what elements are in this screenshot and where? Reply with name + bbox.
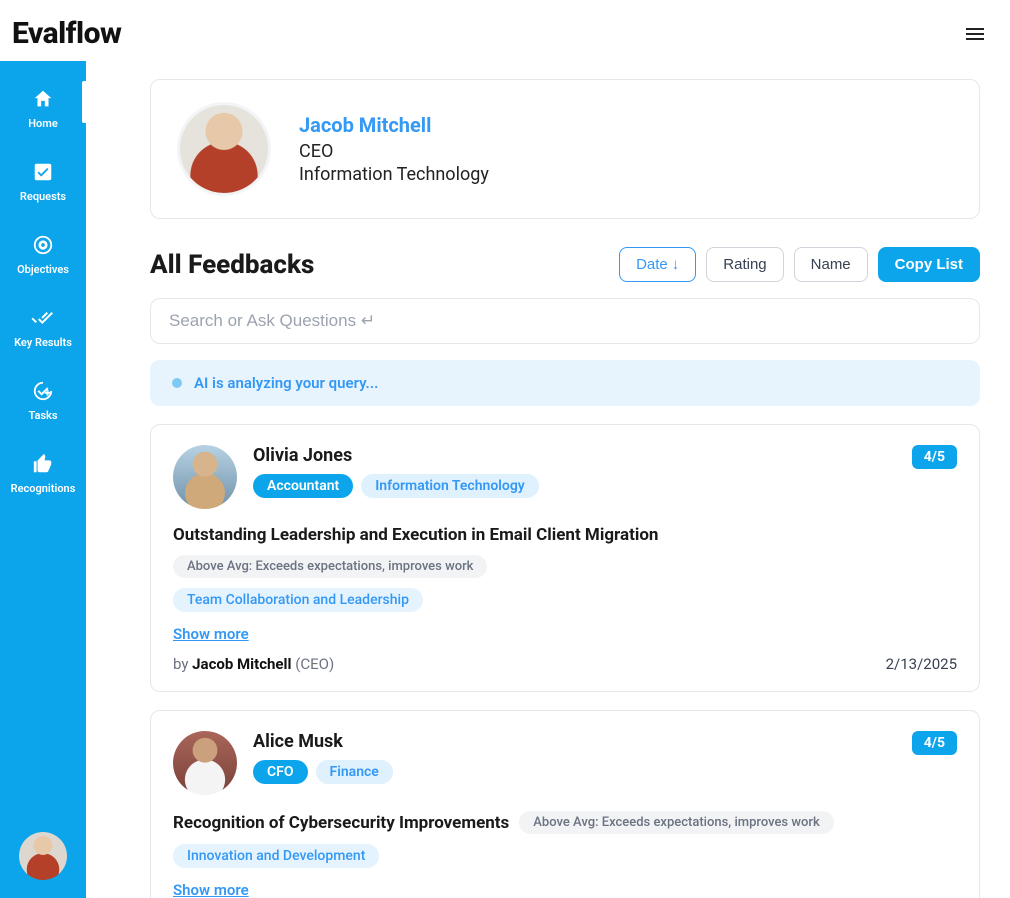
feedback-avatar xyxy=(173,731,237,795)
sidebar-item-label: Tasks xyxy=(28,409,57,422)
profile-card: Jacob Mitchell CEO Information Technolog… xyxy=(150,79,980,219)
sidebar-item-label: Recognitions xyxy=(11,482,76,495)
sidebar-item-label: Key Results xyxy=(14,336,72,349)
show-more-link[interactable]: Show more xyxy=(173,881,249,898)
sidebar-item-label: Home xyxy=(28,117,58,130)
sidebar-item-objectives[interactable]: Objectives xyxy=(0,233,86,276)
profile-avatar xyxy=(177,102,271,196)
app-logo: Evalflow xyxy=(12,16,121,51)
summary-tag: Above Avg: Exceeds expectations, improve… xyxy=(173,555,487,578)
feedback-card: 4/5 Alice Musk CFO Finance Recognition o… xyxy=(150,710,980,898)
copy-list-button[interactable]: Copy List xyxy=(878,247,980,282)
arrow-down-icon: ↓ xyxy=(672,256,680,273)
feedback-title: Recognition of Cybersecurity Improvement… xyxy=(173,813,509,833)
summary-tag: Above Avg: Exceeds expectations, improve… xyxy=(519,811,833,834)
rating-badge: 4/5 xyxy=(912,731,957,755)
rating-badge: 4/5 xyxy=(912,445,957,469)
ai-status-banner: AI is analyzing your query... xyxy=(150,360,980,406)
show-more-link[interactable]: Show more xyxy=(173,625,249,643)
feedback-title: Outstanding Leadership and Execution in … xyxy=(173,525,658,545)
role-tag: CFO xyxy=(253,760,308,784)
sort-name-button[interactable]: Name xyxy=(794,247,868,282)
pulse-icon xyxy=(172,378,182,388)
search-input[interactable] xyxy=(150,298,980,344)
feedback-author: by Jacob Mitchell (CEO) xyxy=(173,655,334,673)
profile-name[interactable]: Jacob Mitchell xyxy=(299,113,489,137)
feedback-person-name[interactable]: Alice Musk xyxy=(253,731,393,752)
topic-tag: Team Collaboration and Leadership xyxy=(173,588,423,612)
feedback-date: 2/13/2025 xyxy=(886,655,957,673)
sidebar-item-label: Objectives xyxy=(17,263,69,276)
ai-status-text: AI is analyzing your query... xyxy=(194,374,378,392)
sort-rating-button[interactable]: Rating xyxy=(706,247,783,282)
topic-tag: Innovation and Development xyxy=(173,844,379,868)
menu-icon[interactable] xyxy=(960,22,990,46)
sidebar-item-requests[interactable]: Requests xyxy=(0,160,86,203)
sort-date-button[interactable]: Date ↓ xyxy=(619,247,696,282)
sidebar-item-tasks[interactable]: Tasks xyxy=(0,379,86,422)
profile-department: Information Technology xyxy=(299,164,489,185)
feedback-card: 4/5 Olivia Jones Accountant Information … xyxy=(150,424,980,692)
sidebar: Home Requests Objectives Key Results Tas xyxy=(0,61,86,898)
department-tag: Finance xyxy=(316,760,393,784)
feedback-avatar xyxy=(173,445,237,509)
thumbs-up-icon xyxy=(31,452,55,476)
sidebar-item-home[interactable]: Home xyxy=(0,87,86,130)
checkbox-icon xyxy=(31,160,55,184)
sort-date-label: Date xyxy=(636,256,668,273)
sidebar-item-recognitions[interactable]: Recognitions xyxy=(0,452,86,495)
feedback-person-name[interactable]: Olivia Jones xyxy=(253,445,539,466)
target-icon xyxy=(31,233,55,257)
sidebar-item-key-results[interactable]: Key Results xyxy=(0,306,86,349)
task-add-icon xyxy=(31,379,55,403)
sidebar-item-label: Requests xyxy=(20,190,66,203)
user-avatar[interactable] xyxy=(19,832,67,880)
role-tag: Accountant xyxy=(253,474,353,498)
department-tag: Information Technology xyxy=(361,474,539,498)
page-title: All Feedbacks xyxy=(150,250,314,280)
profile-role: CEO xyxy=(299,141,489,162)
double-check-icon xyxy=(31,306,55,330)
home-icon xyxy=(31,87,55,111)
